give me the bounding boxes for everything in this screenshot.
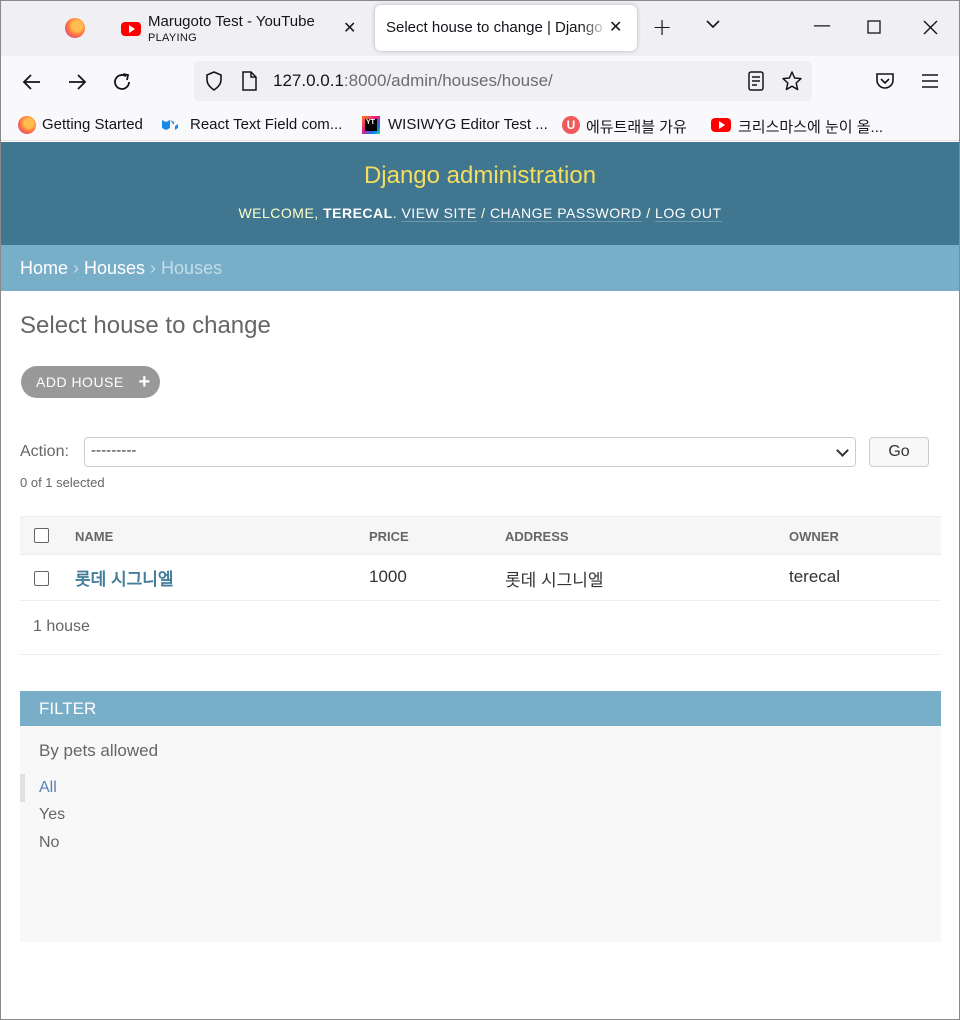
youtube-icon: [121, 22, 141, 36]
plus-icon: +: [138, 371, 151, 393]
tab-playing-label: PLAYING: [148, 32, 197, 44]
column-header-name[interactable]: NAME: [75, 529, 113, 544]
welcome-text: WELCOME,: [238, 205, 324, 221]
house-name-link[interactable]: 롯데 시그니엘: [75, 565, 174, 590]
address-bar[interactable]: 127.0.0.1:8000/admin/houses/house/: [194, 61, 812, 101]
column-header-address[interactable]: ADDRESS: [505, 529, 569, 544]
view-site-link[interactable]: View site: [401, 205, 477, 222]
breadcrumb-current: Houses: [161, 258, 223, 278]
minimize-icon[interactable]: —: [813, 15, 831, 37]
filter-selected-indicator: [20, 774, 25, 802]
eduf-icon: U: [562, 116, 580, 134]
go-button[interactable]: Go: [869, 437, 929, 467]
breadcrumb-separator: ›: [68, 258, 85, 278]
menu-icon[interactable]: [921, 73, 939, 89]
maximize-icon[interactable]: [867, 20, 881, 34]
result-count: 1 house: [33, 618, 90, 635]
chevron-down-icon: [836, 444, 849, 457]
action-select-value: ---------: [91, 443, 137, 459]
url-host: 127.0.0.1: [273, 71, 344, 90]
site-branding[interactable]: Django administration: [1, 162, 959, 190]
close-tab-icon[interactable]: ✕: [343, 20, 356, 36]
column-header-owner[interactable]: OWNER: [789, 529, 839, 544]
separator: /: [641, 205, 656, 221]
filter-option-all[interactable]: All: [39, 779, 57, 797]
log-out-link[interactable]: Log out: [655, 205, 722, 222]
youtube-icon: [711, 118, 731, 132]
close-tab-icon[interactable]: ✕: [609, 19, 622, 35]
tab-title: Select house to change | Django site adm…: [386, 19, 608, 36]
tab-django-admin[interactable]: Select house to change | Django site adm…: [375, 5, 637, 51]
shield-icon[interactable]: [205, 71, 223, 91]
user-tools: WELCOME, TERECAL. View site / Change pas…: [238, 205, 722, 222]
house-price: 1000: [369, 567, 407, 586]
firefox-icon: [18, 116, 36, 134]
add-house-label: ADD HOUSE: [36, 374, 124, 390]
bookmark-label: 에듀트래블 가유: [586, 119, 687, 136]
url-path: :8000/admin/houses/house/: [343, 71, 553, 90]
close-window-icon[interactable]: [923, 20, 938, 35]
tab-youtube[interactable]: Marugoto Test - YouTube PLAYING ✕: [111, 7, 369, 51]
new-tab-icon[interactable]: +: [652, 14, 672, 40]
breadcrumb-separator: ›: [145, 258, 162, 278]
tab-title: Marugoto Test - YouTube: [148, 13, 315, 30]
page-icon[interactable]: [241, 71, 257, 91]
filter-option-yes[interactable]: Yes: [39, 806, 65, 824]
star-icon[interactable]: [781, 70, 803, 92]
page-title: Select house to change: [20, 312, 271, 339]
list-all-tabs-icon[interactable]: [704, 15, 722, 33]
pocket-icon[interactable]: [875, 71, 895, 91]
reload-icon[interactable]: [111, 71, 133, 93]
selected-count: 0 of 1 selected: [20, 475, 105, 490]
breadcrumb-app[interactable]: Houses: [84, 258, 145, 278]
reader-view-icon[interactable]: [747, 71, 765, 91]
select-all-checkbox[interactable]: [34, 528, 49, 543]
column-header-price[interactable]: PRICE: [369, 529, 409, 544]
mui-icon: [162, 120, 178, 130]
change-password-link[interactable]: Change password: [489, 205, 642, 222]
table-row: 롯데 시그니엘 1000 롯데 시그니엘 terecal: [20, 555, 941, 601]
house-address: 롯데 시그니엘: [505, 571, 604, 590]
table-header: NAME PRICE ADDRESS OWNER: [20, 516, 941, 555]
filter-heading: FILTER: [20, 691, 941, 726]
bookmark-label: Getting Started: [42, 116, 143, 133]
filter-option-no[interactable]: No: [39, 834, 59, 852]
paginator: 1 house: [20, 601, 941, 655]
admin-header: Django administration WELCOME, TERECAL. …: [1, 142, 959, 245]
forward-icon[interactable]: [66, 71, 88, 93]
bookmark-label: 크리스마스에 눈이 올...: [738, 119, 884, 136]
separator: /: [476, 205, 490, 221]
browser-tab-bar: Marugoto Test - YouTube PLAYING ✕ Select…: [1, 1, 959, 56]
bookmark-label: React Text Field com...: [190, 116, 343, 133]
bookmark-label: WISIWYG Editor Test ...: [388, 116, 548, 133]
url-text: 127.0.0.1:8000/admin/houses/house/: [273, 71, 553, 91]
house-owner: terecal: [789, 567, 841, 586]
browser-nav-bar: 127.0.0.1:8000/admin/houses/house/: [1, 56, 959, 108]
jetbrains-icon: YT: [362, 116, 380, 134]
action-select[interactable]: ---------: [84, 437, 856, 467]
back-icon[interactable]: [21, 71, 43, 93]
breadcrumb-home[interactable]: Home: [20, 258, 68, 278]
add-house-button[interactable]: ADD HOUSE +: [21, 366, 160, 398]
filter-panel: FILTER By pets allowed All Yes No: [20, 691, 941, 942]
action-label: Action:: [20, 443, 69, 460]
filter-by-pets-allowed: By pets allowed: [39, 741, 159, 760]
breadcrumb: Home › Houses › Houses: [1, 245, 959, 291]
firefox-icon[interactable]: [65, 18, 85, 38]
bookmarks-toolbar: Getting Started React Text Field com... …: [1, 108, 959, 141]
username: TERECAL: [323, 205, 393, 221]
row-checkbox[interactable]: [34, 571, 49, 586]
